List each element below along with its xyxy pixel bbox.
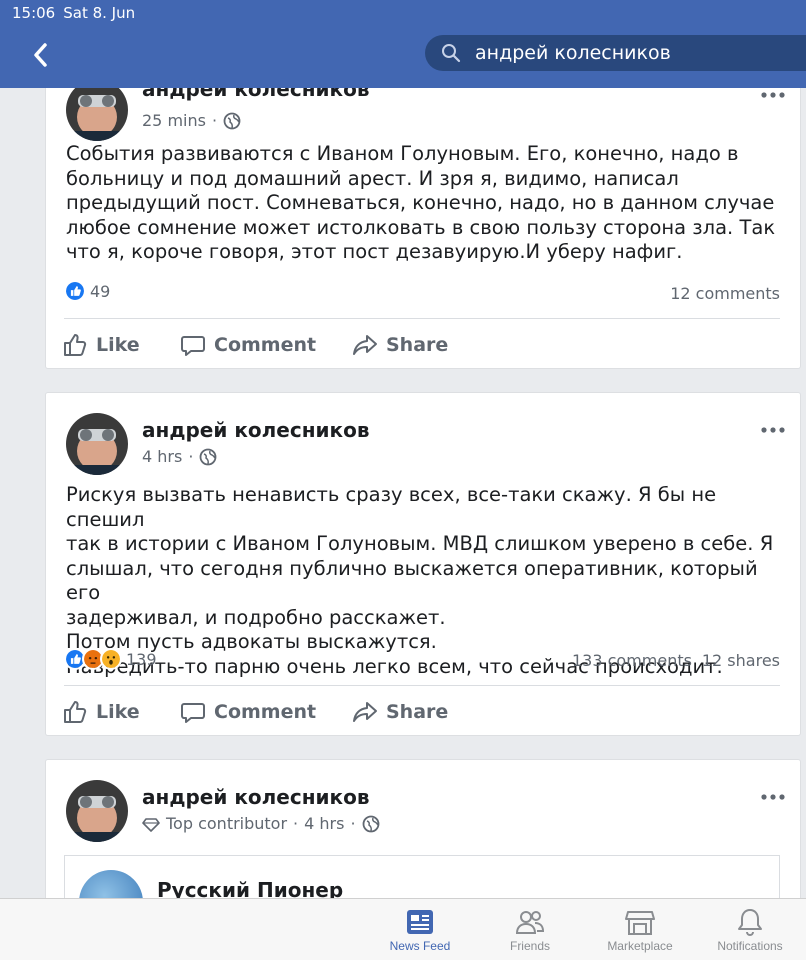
like-label: Like: [96, 334, 140, 356]
top-contributor-badge: Top contributor: [166, 814, 288, 833]
like-button[interactable]: Like: [62, 326, 140, 364]
share-icon: [353, 335, 377, 355]
globe-icon: [362, 815, 379, 832]
divider: [64, 685, 780, 686]
comment-icon: [181, 336, 205, 356]
link-thumbnail: [79, 870, 143, 898]
tab-friends[interactable]: Friends: [480, 907, 580, 953]
comment-label: Comment: [214, 334, 317, 356]
tab-label: Friends: [509, 939, 550, 953]
comment-button[interactable]: Comment: [180, 326, 316, 364]
link-title: Русский Пионер: [157, 878, 344, 898]
news-feed-icon: [407, 910, 433, 934]
diamond-icon: [142, 817, 160, 832]
comment-label: Comment: [214, 701, 317, 723]
shares-count[interactable]: 12 shares: [702, 651, 780, 670]
comment-button[interactable]: Comment: [180, 693, 316, 731]
tab-notifications[interactable]: Notifications: [700, 907, 800, 953]
share-label: Share: [386, 334, 449, 356]
tab-label: Marketplace: [607, 939, 673, 953]
reactions-summary[interactable]: 49: [64, 280, 110, 302]
avatar[interactable]: [66, 88, 128, 141]
comments-count[interactable]: 12 comments: [670, 284, 780, 303]
like-label: Like: [96, 701, 140, 723]
reactions-count: 139: [126, 649, 157, 669]
post-time[interactable]: 4 hrs: [304, 814, 344, 833]
post-meta: 4 hrs ·: [142, 447, 217, 466]
post-meta: Top contributor · 4 hrs ·: [142, 814, 380, 833]
like-button[interactable]: Like: [62, 693, 140, 731]
post-card: андрей колесников 25 mins · События разви…: [46, 88, 800, 368]
more-options-icon[interactable]: [760, 90, 786, 100]
top-bar: 15:06 Sat 8. Jun андрей колесников: [0, 0, 806, 88]
tab-marketplace[interactable]: Marketplace: [590, 907, 690, 953]
shared-link-preview[interactable]: Русский Пионер: [64, 855, 780, 898]
status-time: 15:06: [12, 4, 56, 22]
share-button[interactable]: Share: [352, 693, 448, 731]
search-query: андрей колесников: [475, 42, 671, 64]
tab-label: News Feed: [389, 939, 451, 953]
thumbs-up-icon: [64, 334, 87, 356]
post-author[interactable]: андрей колесников: [142, 88, 370, 101]
share-label: Share: [386, 701, 449, 723]
post-time[interactable]: 4 hrs: [142, 447, 182, 466]
avatar-image: [66, 88, 128, 141]
post-card: андрей колесников 4 hrs · Рискуя вызвать …: [46, 393, 800, 735]
share-icon: [353, 702, 377, 722]
news-feed: андрей колесников 25 mins · События разви…: [0, 88, 806, 898]
bottom-tab-bar: News Feed Friends Marketplace Notificati…: [0, 898, 806, 960]
tab-label: Notifications: [717, 939, 783, 953]
post-text: События развиваются с Иваном Голуновым. …: [66, 142, 776, 263]
avatar[interactable]: [66, 780, 128, 842]
comments-count[interactable]: 133 comments: [572, 651, 692, 670]
post-time[interactable]: 25 mins: [142, 111, 206, 130]
share-button[interactable]: Share: [352, 326, 448, 364]
reactions-summary[interactable]: 139: [64, 648, 157, 670]
search-icon: [442, 44, 461, 63]
avatar[interactable]: [66, 413, 128, 475]
more-options-icon[interactable]: [760, 425, 786, 435]
chevron-left-icon: [34, 43, 47, 67]
globe-icon: [223, 112, 241, 129]
tab-news-feed[interactable]: News Feed: [370, 907, 470, 953]
reactions-count: 49: [90, 281, 111, 301]
back-button[interactable]: [26, 40, 56, 70]
post-text: Рискуя вызвать ненависть сразу всех, все…: [66, 483, 774, 678]
post-author[interactable]: андрей колесников: [142, 785, 370, 809]
more-options-icon[interactable]: [760, 792, 786, 802]
avatar-image: [66, 413, 128, 475]
search-input[interactable]: андрей колесников: [425, 35, 806, 71]
status-date: Sat 8. Jun: [63, 4, 136, 22]
comment-icon: [181, 703, 205, 723]
post-card: андрей колесников Top contributor · 4 hrs…: [46, 760, 800, 898]
post-meta: 25 mins ·: [142, 111, 241, 130]
avatar-image: [66, 780, 128, 842]
divider: [64, 318, 780, 319]
marketplace-icon: [625, 911, 655, 935]
bell-icon: [738, 909, 762, 937]
globe-icon: [200, 448, 217, 465]
status-bar: 15:06 Sat 8. Jun: [12, 4, 135, 22]
thumbs-up-icon: [64, 701, 87, 723]
wow-reaction-icon: [100, 648, 122, 670]
post-author[interactable]: андрей колесников: [142, 418, 370, 442]
friends-icon: [515, 911, 545, 934]
like-reaction-icon: [64, 280, 86, 302]
